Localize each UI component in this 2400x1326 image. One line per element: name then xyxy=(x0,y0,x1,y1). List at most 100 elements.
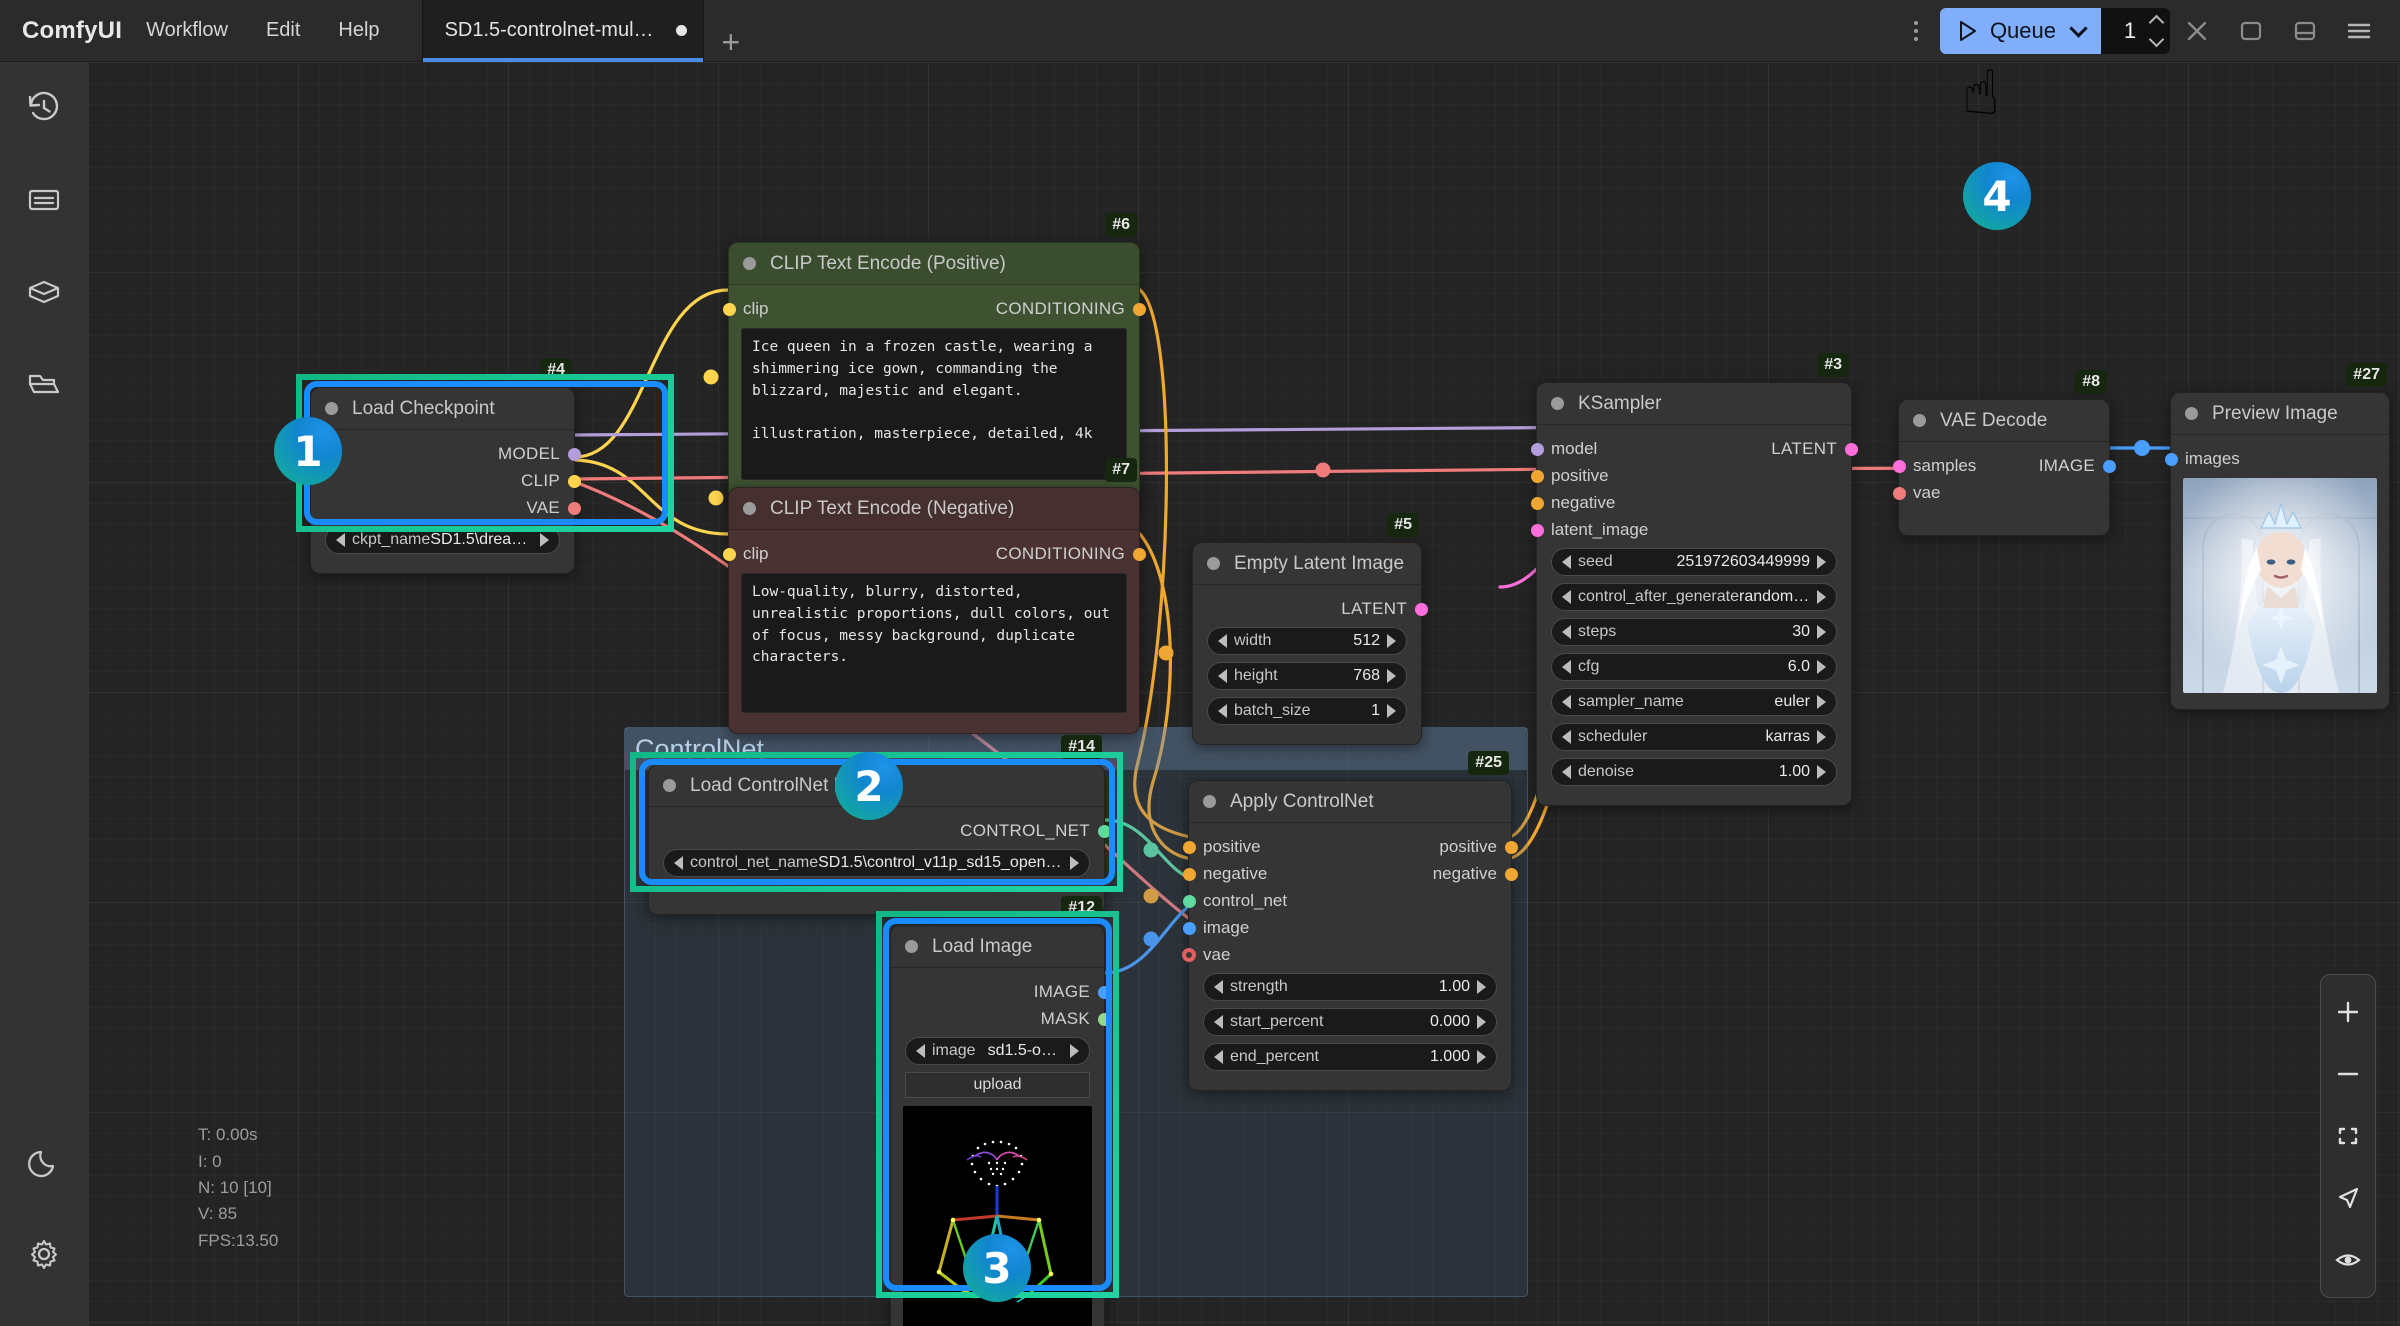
port-vae[interactable] xyxy=(567,501,581,515)
port-model-in[interactable] xyxy=(1530,442,1544,456)
node-empty-latent-image[interactable]: #5 Empty Latent Image LATENT width 512 h… xyxy=(1192,513,1428,745)
widget-value[interactable]: 768 xyxy=(1353,667,1380,685)
widget-control-after-generate[interactable]: control_after_generate randomize xyxy=(1551,583,1837,611)
widget-value[interactable]: euler xyxy=(1774,693,1810,711)
node-clip-negative[interactable]: #7 CLIP Text Encode (Negative) clip COND… xyxy=(722,458,1146,734)
node-clip-positive[interactable]: #6 CLIP Text Encode (Positive) clip COND… xyxy=(722,213,1146,501)
workflow-canvas[interactable]: ControlNet #4 Load Checkpoint MODEL CLIP xyxy=(88,62,2400,1326)
preview-image-thumbnail[interactable] xyxy=(2183,478,2377,693)
widget-value[interactable]: 251972603449999 xyxy=(1677,553,1810,571)
queue-count-stepper[interactable]: 1 xyxy=(2101,8,2170,54)
kebab-menu-icon[interactable] xyxy=(1900,21,1932,41)
widget-value[interactable]: 6.0 xyxy=(1788,658,1810,676)
increment-arrow-icon[interactable] xyxy=(1817,695,1826,709)
menu-workflow[interactable]: Workflow xyxy=(132,13,242,48)
sidebar-item-theme-toggle[interactable] xyxy=(0,1116,88,1208)
widget-value[interactable]: randomize xyxy=(1739,588,1810,606)
widget-batch-size[interactable]: batch_size 1 xyxy=(1207,697,1407,725)
widget-value[interactable]: 1.00 xyxy=(1439,978,1470,996)
panel-right-icon[interactable] xyxy=(2224,0,2278,62)
decrement-arrow-icon[interactable] xyxy=(674,856,683,870)
widget-end-percent[interactable]: end_percent 1.000 xyxy=(1203,1043,1497,1071)
widget-ckpt-name[interactable]: ckpt_name SD1.5\dreamshaper_8.safetensor… xyxy=(325,526,560,554)
increment-arrow-icon[interactable] xyxy=(1817,730,1826,744)
port-latent-out[interactable] xyxy=(1844,442,1858,456)
increment-arrow-icon[interactable] xyxy=(1817,555,1826,569)
node-header[interactable]: Load Checkpoint xyxy=(311,388,574,430)
decrement-arrow-icon[interactable] xyxy=(1214,980,1223,994)
prompt-textarea[interactable]: Low-quality, blurry, distorted, unrealis… xyxy=(741,573,1127,713)
input-slot-vae[interactable]: vae xyxy=(1182,944,1511,966)
increment-arrow-icon[interactable] xyxy=(1477,1050,1486,1064)
upload-button[interactable]: upload xyxy=(905,1072,1090,1098)
node-header[interactable]: Empty Latent Image xyxy=(1193,543,1421,585)
spinner-down-icon[interactable] xyxy=(2148,31,2165,48)
increment-arrow-icon[interactable] xyxy=(1477,980,1486,994)
queue-button[interactable]: Queue xyxy=(1939,8,2101,54)
widget-value[interactable]: 30 xyxy=(1792,623,1810,641)
node-collapse-dot[interactable] xyxy=(1913,414,1926,427)
port-control-net[interactable] xyxy=(1097,824,1111,838)
port-latent-image-in[interactable] xyxy=(1530,523,1544,537)
decrement-arrow-icon[interactable] xyxy=(1562,765,1571,779)
widget-width[interactable]: width 512 xyxy=(1207,627,1407,655)
port-positive-out[interactable] xyxy=(1504,840,1518,854)
close-icon[interactable] xyxy=(2170,0,2224,62)
port-vae-in[interactable] xyxy=(1892,486,1906,500)
output-slot-model[interactable]: MODEL xyxy=(311,443,581,465)
widget-strength[interactable]: strength 1.00 xyxy=(1203,973,1497,1001)
port-images-in[interactable] xyxy=(2164,452,2178,466)
widget-image[interactable]: image sd1.5-openpo… xyxy=(905,1037,1090,1065)
decrement-arrow-icon[interactable] xyxy=(1218,704,1227,718)
widget-height[interactable]: height 768 xyxy=(1207,662,1407,690)
port-clip[interactable] xyxy=(567,474,581,488)
port-clip-in[interactable] xyxy=(722,547,736,561)
widget-value[interactable]: 1.000 xyxy=(1430,1048,1470,1066)
zoom-out-button[interactable] xyxy=(2322,1047,2374,1101)
toggle-visibility-button[interactable] xyxy=(2322,1233,2374,1287)
new-tab-button[interactable]: + xyxy=(704,26,759,58)
port-conditioning-out[interactable] xyxy=(1132,547,1146,561)
output-slot-latent[interactable]: LATENT xyxy=(1193,598,1428,620)
node-vae-decode[interactable]: #8 VAE Decode samples IMAGE vae xyxy=(1892,370,2116,536)
increment-arrow-icon[interactable] xyxy=(1070,1044,1079,1058)
workflow-tab[interactable]: SD1.5-controlnet-mul… xyxy=(421,0,704,62)
decrement-arrow-icon[interactable] xyxy=(1218,669,1227,683)
node-header[interactable]: Preview Image xyxy=(2171,393,2389,435)
widget-steps[interactable]: steps 30 xyxy=(1551,618,1837,646)
widget-value[interactable]: sd1.5-openpo… xyxy=(988,1042,1063,1060)
port-samples-in[interactable] xyxy=(1892,459,1906,473)
node-collapse-dot[interactable] xyxy=(743,257,756,270)
node-load-checkpoint[interactable]: #4 Load Checkpoint MODEL CLIP VAE ckpt_n… xyxy=(310,358,581,574)
menu-edit[interactable]: Edit xyxy=(252,13,314,48)
node-collapse-dot[interactable] xyxy=(743,502,756,515)
node-collapse-dot[interactable] xyxy=(325,402,338,415)
input-slot-control-net[interactable]: control_net xyxy=(1182,890,1511,912)
sidebar-item-settings[interactable] xyxy=(0,1208,88,1300)
node-collapse-dot[interactable] xyxy=(2185,407,2198,420)
decrement-arrow-icon[interactable] xyxy=(916,1044,925,1058)
input-slot-negative[interactable]: negative xyxy=(1530,492,1851,514)
decrement-arrow-icon[interactable] xyxy=(336,533,345,547)
node-header[interactable]: Load Image xyxy=(891,926,1104,968)
increment-arrow-icon[interactable] xyxy=(1387,669,1396,683)
increment-arrow-icon[interactable] xyxy=(1817,625,1826,639)
node-collapse-dot[interactable] xyxy=(1203,795,1216,808)
chevron-down-icon[interactable] xyxy=(2069,19,2088,38)
node-preview-image[interactable]: #27 Preview Image images xyxy=(2164,363,2390,710)
node-header[interactable]: CLIP Text Encode (Positive) xyxy=(729,243,1139,285)
spinner-up-icon[interactable] xyxy=(2148,14,2165,31)
widget-cfg[interactable]: cfg 6.0 xyxy=(1551,653,1837,681)
node-collapse-dot[interactable] xyxy=(905,940,918,953)
widget-sampler-name[interactable]: sampler_name euler xyxy=(1551,688,1837,716)
port-conditioning-out[interactable] xyxy=(1132,302,1146,316)
increment-arrow-icon[interactable] xyxy=(1387,634,1396,648)
decrement-arrow-icon[interactable] xyxy=(1214,1015,1223,1029)
increment-arrow-icon[interactable] xyxy=(1387,704,1396,718)
pan-cursor-button[interactable] xyxy=(2322,1171,2374,1225)
increment-arrow-icon[interactable] xyxy=(1477,1015,1486,1029)
node-apply-controlnet[interactable]: #25 Apply ControlNet positive positive n… xyxy=(1182,751,1518,1091)
output-slot-image[interactable]: IMAGE xyxy=(891,981,1111,1003)
port-mask[interactable] xyxy=(1097,1012,1111,1026)
widget-value[interactable]: SD1.5\control_v11p_sd15_openpose.pth xyxy=(818,854,1063,872)
